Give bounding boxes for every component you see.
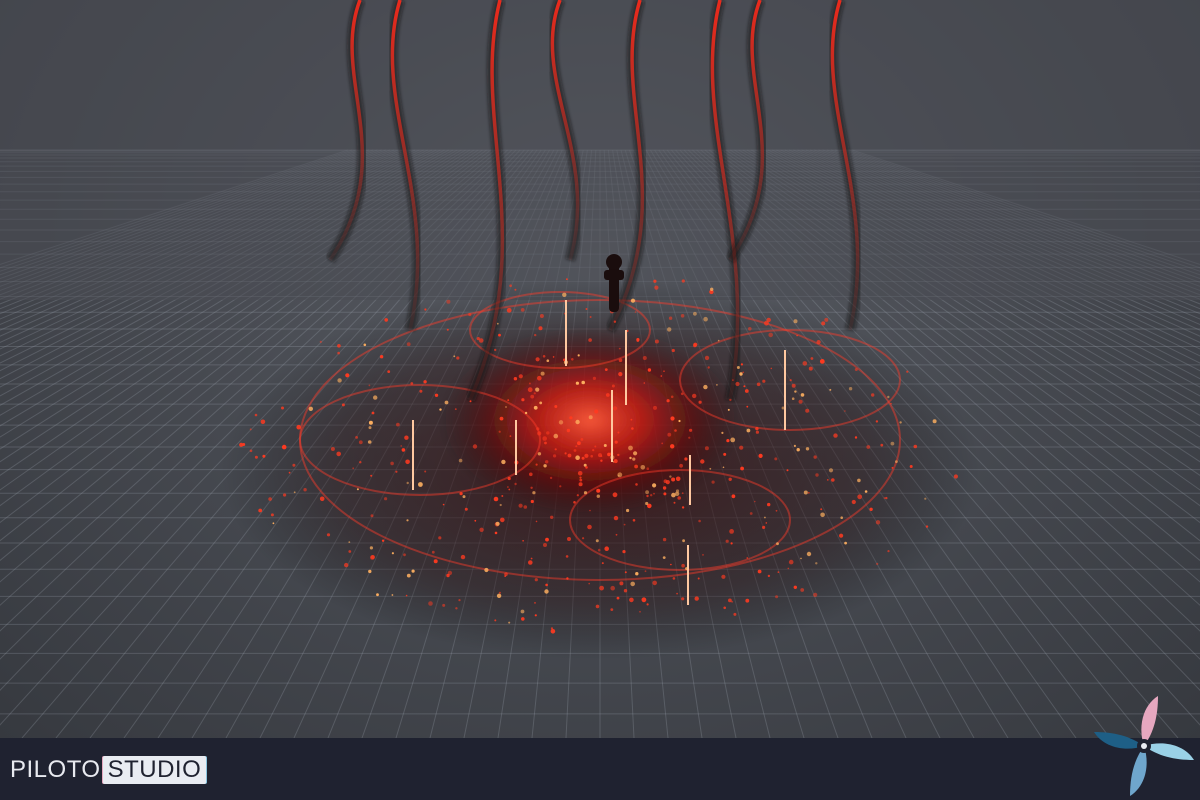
brand-wordmark: PILOTO STUDIO [10, 754, 207, 786]
fire-effect [220, 0, 980, 660]
propeller-logo-icon [1094, 696, 1194, 796]
viewport-scene [0, 0, 1200, 738]
brand-studio-text: STUDIO [102, 756, 207, 784]
brand-piloto-text: PILOTO [10, 756, 101, 783]
